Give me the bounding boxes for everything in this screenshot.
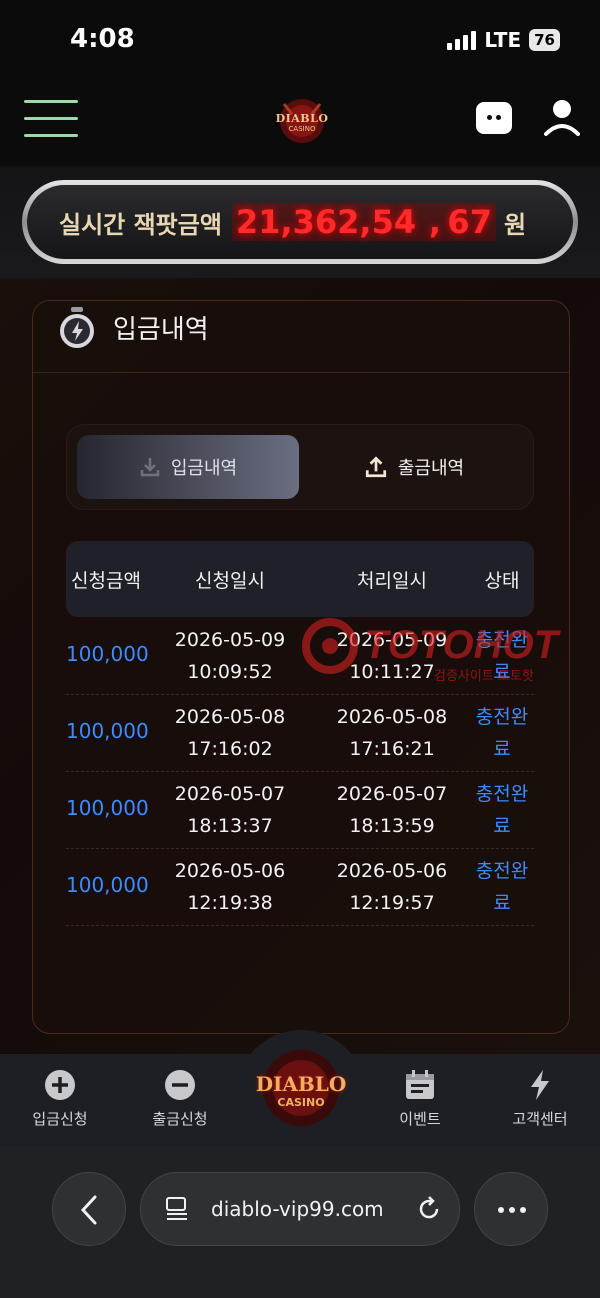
request-date-cell: 2026-05-08 17:16:02 [174, 706, 286, 760]
amount-cell: 100,000 [66, 719, 149, 743]
processed-date-cell: 2026-05-08 17:16:21 [336, 706, 448, 760]
nav-label: 입금신청 [32, 1110, 88, 1128]
url-bar[interactable]: diablo-vip99.com [140, 1172, 460, 1246]
battery-icon: 76 [529, 29, 560, 51]
status-cell: 충전완 료 [475, 629, 529, 683]
logo[interactable]: DIABLO CASINO [270, 96, 334, 146]
nav-withdraw-request[interactable]: 출금신청 [120, 1068, 240, 1129]
amount-cell: 100,000 [66, 796, 149, 820]
center-logo-button[interactable]: DIABLO CASINO [236, 1030, 366, 1140]
status-time: 4:08 [70, 24, 135, 54]
jackpot-amount: 21,362,54 , 67 [231, 203, 496, 241]
nav-label: 이벤트 [399, 1110, 441, 1128]
table-row: 100,000 2026-05-08 17:16:02 2026-05-08 17:… [66, 695, 534, 772]
amount-cell: 100,000 [66, 642, 149, 666]
more-dots-icon [498, 1207, 526, 1213]
minus-circle-icon [165, 1070, 195, 1100]
url-text: diablo-vip99.com [211, 1197, 384, 1221]
lightning-icon [531, 1070, 549, 1100]
user-icon[interactable] [544, 98, 580, 138]
column-header: 신청금액 [71, 570, 141, 592]
center-logo-sub: CASINO [277, 1096, 325, 1109]
back-button[interactable] [52, 1172, 126, 1246]
processed-date-cell: 2026-05-09 10:11:27 [336, 629, 448, 683]
browser-toolbar: diablo-vip99.com [0, 1146, 600, 1298]
jackpot-unit: 원 [503, 210, 527, 239]
nav-events[interactable]: 이벤트 [360, 1068, 480, 1129]
table-row: 100,000 2026-05-09 10:09:52 2026-05-09 10:… [66, 618, 534, 695]
signal-icon [447, 30, 477, 50]
network-label: LTE [484, 28, 522, 52]
history-tabs: 입금내역 출금내역 [66, 424, 534, 510]
status-cell: 충전완 료 [475, 783, 529, 837]
status-cell: 충전완 료 [475, 706, 529, 760]
nav-customer-center[interactable]: 고객센터 [480, 1068, 600, 1129]
table-row: 100,000 2026-05-07 18:13:37 2026-05-07 18:… [66, 772, 534, 849]
menu-button[interactable] [24, 100, 78, 138]
jackpot-label: 실시간 잭팟금액 [59, 210, 222, 239]
stopwatch-icon [60, 307, 94, 348]
chat-icon[interactable] [476, 102, 512, 134]
table-header: 신청금액 신청일시 처리일시 상태 [66, 541, 534, 617]
reload-icon[interactable] [415, 1195, 443, 1223]
calendar-icon [406, 1070, 434, 1099]
chevron-left-icon [80, 1195, 97, 1225]
tab-withdraw-history[interactable]: 출금내역 [303, 435, 525, 499]
center-logo-text: DIABLO [255, 1072, 347, 1096]
tab-label: 입금내역 [170, 458, 238, 479]
status-bar: 4:08 LTE 76 [0, 0, 600, 80]
download-icon [140, 458, 160, 477]
page-menu-icon[interactable] [163, 1195, 191, 1223]
more-button[interactable] [474, 1172, 548, 1246]
panel-title: 입금내역 [113, 315, 209, 345]
upload-icon [365, 456, 386, 478]
tab-label: 출금내역 [397, 458, 465, 479]
processed-date-cell: 2026-05-07 18:13:59 [336, 783, 448, 837]
column-header: 처리일시 [357, 570, 427, 592]
table-row: 100,000 2026-05-06 12:19:38 2026-05-06 12:… [66, 849, 534, 926]
jackpot-frame: 실시간 잭팟금액 21,362,54 , 67 원 [22, 180, 578, 264]
processed-date-cell: 2026-05-06 12:19:57 [336, 860, 448, 914]
jackpot-banner: 실시간 잭팟금액 21,362,54 , 67 원 [0, 166, 600, 278]
logo-sub: CASINO [288, 125, 316, 133]
nav-label: 고객센터 [512, 1110, 568, 1128]
app-header: DIABLO CASINO [0, 80, 600, 166]
column-header: 신청일시 [195, 570, 265, 592]
amount-cell: 100,000 [66, 873, 149, 897]
panel-header: 입금내역 [33, 301, 569, 373]
request-date-cell: 2026-05-07 18:13:37 [174, 783, 286, 837]
nav-deposit-request[interactable]: 입금신청 [0, 1068, 120, 1129]
tab-deposit-history[interactable]: 입금내역 [77, 435, 299, 499]
plus-circle-icon [45, 1070, 75, 1100]
request-date-cell: 2026-05-06 12:19:38 [174, 860, 286, 914]
status-cell: 충전완 료 [475, 860, 529, 914]
status-indicators: LTE 76 [447, 28, 560, 52]
nav-label: 출금신청 [152, 1110, 208, 1128]
request-date-cell: 2026-05-09 10:09:52 [174, 629, 286, 683]
logo-text: DIABLO [275, 112, 329, 125]
column-header: 상태 [484, 570, 520, 592]
